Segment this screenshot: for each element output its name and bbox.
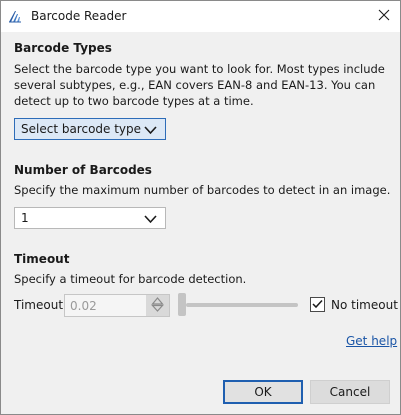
timeout-slider-track[interactable] — [186, 303, 298, 307]
barcode-count-dropdown[interactable]: 1 — [14, 207, 166, 229]
cancel-button[interactable]: Cancel — [310, 380, 390, 404]
checkmark-icon — [312, 298, 323, 312]
no-timeout-label[interactable]: No timeout — [331, 298, 398, 312]
timeout-spinner[interactable] — [146, 295, 169, 316]
no-timeout-checkbox[interactable] — [310, 297, 325, 312]
get-help-link[interactable]: Get help — [346, 334, 397, 348]
title-bar: Barcode Reader — [1, 1, 400, 32]
chevron-down-icon — [144, 213, 157, 225]
barcode-types-description: Select the barcode type you want to look… — [14, 62, 385, 108]
barcode-reader-dialog: Barcode Reader Barcode Types Select the … — [0, 0, 401, 415]
number-of-barcodes-heading: Number of Barcodes — [14, 163, 152, 177]
chevron-down-icon — [144, 124, 157, 136]
app-logo-icon — [8, 9, 22, 23]
number-of-barcodes-description: Specify the maximum number of barcodes t… — [14, 183, 391, 197]
window-title: Barcode Reader — [31, 9, 127, 23]
timeout-slider-thumb[interactable] — [178, 293, 186, 316]
timeout-description: Specify a timeout for barcode detection. — [14, 272, 247, 286]
barcode-type-selected: Select barcode type — [21, 122, 142, 136]
ok-button[interactable]: OK — [223, 380, 303, 404]
timeout-heading: Timeout — [14, 252, 70, 266]
close-button[interactable] — [368, 1, 400, 32]
barcode-types-heading: Barcode Types — [14, 41, 112, 55]
spinner-arrows-icon — [151, 296, 164, 315]
barcode-type-dropdown[interactable]: Select barcode type — [14, 118, 166, 140]
barcode-count-selected: 1 — [21, 211, 29, 225]
timeout-label: Timeout — [14, 298, 64, 312]
close-icon — [378, 9, 390, 24]
